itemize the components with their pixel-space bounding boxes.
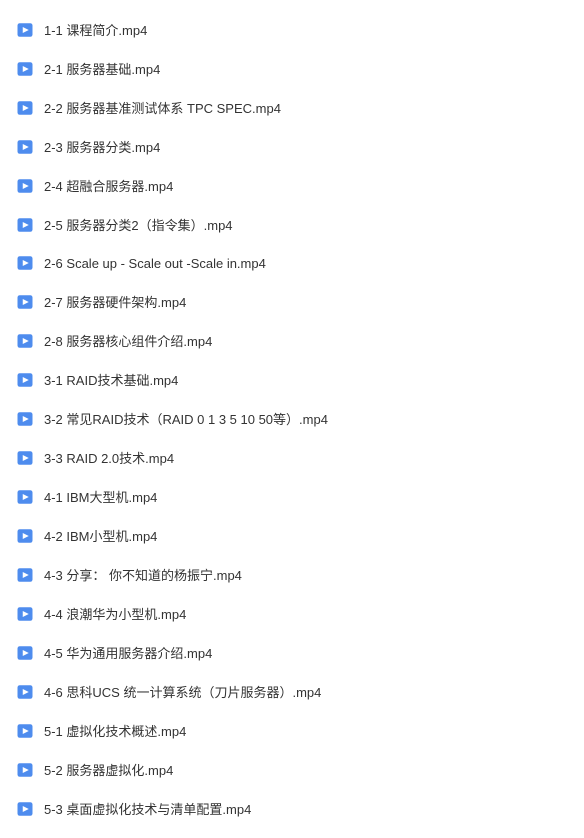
file-item[interactable]: 2-5 服务器分类2（指令集）.mp4 [0,205,584,244]
video-file-icon [16,60,34,78]
file-item[interactable]: 2-8 服务器核心组件介绍.mp4 [0,321,584,360]
file-item[interactable]: 3-3 RAID 2.0技术.mp4 [0,438,584,477]
file-item[interactable]: 1-1 课程简介.mp4 [0,10,584,49]
file-name-label: 4-2 IBM小型机.mp4 [44,526,157,545]
file-name-label: 2-6 Scale up - Scale out -Scale in.mp4 [44,256,266,271]
file-name-label: 4-1 IBM大型机.mp4 [44,487,157,506]
video-file-icon [16,722,34,740]
file-item[interactable]: 4-3 分享： 你不知道的杨振宁.mp4 [0,555,584,594]
file-item[interactable]: 4-6 思科UCS 统一计算系统（刀片服务器）.mp4 [0,672,584,711]
video-file-icon [16,371,34,389]
file-name-label: 2-1 服务器基础.mp4 [44,59,160,78]
file-item[interactable]: 2-6 Scale up - Scale out -Scale in.mp4 [0,244,584,282]
file-item[interactable]: 4-4 浪潮华为小型机.mp4 [0,594,584,633]
video-file-icon [16,449,34,467]
file-item[interactable]: 4-1 IBM大型机.mp4 [0,477,584,516]
file-item[interactable]: 2-3 服务器分类.mp4 [0,127,584,166]
file-name-label: 2-8 服务器核心组件介绍.mp4 [44,331,212,350]
file-name-label: 4-4 浪潮华为小型机.mp4 [44,604,186,623]
video-file-icon [16,254,34,272]
file-item[interactable]: 5-3 桌面虚拟化技术与清单配置.mp4 [0,789,584,828]
video-file-icon [16,216,34,234]
file-item[interactable]: 4-5 华为通用服务器介绍.mp4 [0,633,584,672]
video-file-icon [16,566,34,584]
file-name-label: 2-4 超融合服务器.mp4 [44,176,173,195]
video-file-icon [16,761,34,779]
video-file-icon [16,644,34,662]
video-file-icon [16,293,34,311]
file-item[interactable]: 2-4 超融合服务器.mp4 [0,166,584,205]
file-item[interactable]: 3-1 RAID技术基础.mp4 [0,360,584,399]
file-name-label: 4-5 华为通用服务器介绍.mp4 [44,643,212,662]
video-file-icon [16,177,34,195]
file-list: 1-1 课程简介.mp4 2-1 服务器基础.mp4 2-2 服务器基准测试体系 T… [0,10,584,828]
video-file-icon [16,605,34,623]
file-item[interactable]: 3-2 常见RAID技术（RAID 0 1 3 5 10 50等）.mp4 [0,399,584,438]
file-name-label: 2-2 服务器基准测试体系 TPC SPEC.mp4 [44,98,281,117]
video-file-icon [16,410,34,428]
file-item[interactable]: 5-2 服务器虚拟化.mp4 [0,750,584,789]
video-file-icon [16,527,34,545]
video-file-icon [16,99,34,117]
file-item[interactable]: 2-2 服务器基准测试体系 TPC SPEC.mp4 [0,88,584,127]
file-name-label: 4-3 分享： 你不知道的杨振宁.mp4 [44,565,242,584]
video-file-icon [16,800,34,818]
file-name-label: 4-6 思科UCS 统一计算系统（刀片服务器）.mp4 [44,682,321,701]
file-name-label: 2-7 服务器硬件架构.mp4 [44,292,186,311]
video-file-icon [16,138,34,156]
file-name-label: 3-3 RAID 2.0技术.mp4 [44,448,174,467]
video-file-icon [16,332,34,350]
file-item[interactable]: 2-7 服务器硬件架构.mp4 [0,282,584,321]
file-name-label: 2-3 服务器分类.mp4 [44,137,160,156]
file-name-label: 1-1 课程简介.mp4 [44,20,147,39]
file-name-label: 5-2 服务器虚拟化.mp4 [44,760,173,779]
file-name-label: 3-2 常见RAID技术（RAID 0 1 3 5 10 50等）.mp4 [44,409,328,428]
file-item[interactable]: 2-1 服务器基础.mp4 [0,49,584,88]
file-name-label: 2-5 服务器分类2（指令集）.mp4 [44,215,233,234]
file-item[interactable]: 5-1 虚拟化技术概述.mp4 [0,711,584,750]
file-item[interactable]: 4-2 IBM小型机.mp4 [0,516,584,555]
file-name-label: 5-3 桌面虚拟化技术与清单配置.mp4 [44,799,251,818]
file-name-label: 3-1 RAID技术基础.mp4 [44,370,178,389]
file-name-label: 5-1 虚拟化技术概述.mp4 [44,721,186,740]
video-file-icon [16,21,34,39]
video-file-icon [16,488,34,506]
video-file-icon [16,683,34,701]
